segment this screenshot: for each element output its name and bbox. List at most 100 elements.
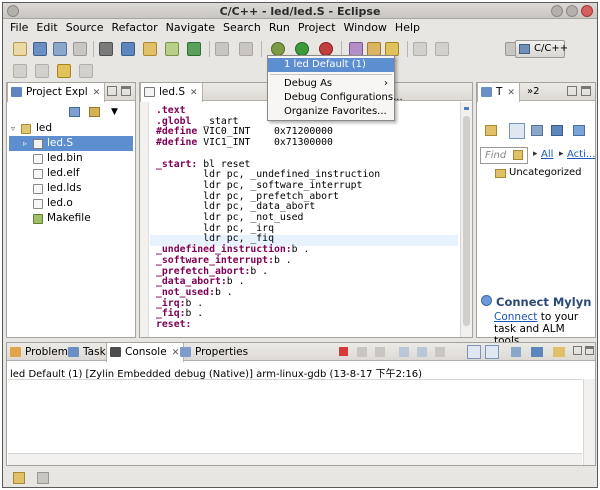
show-console-stdout-icon[interactable] — [467, 345, 481, 359]
open-folder-icon[interactable] — [143, 42, 157, 56]
code-text[interactable]: .text .globl _start #define VIC0_INT 0x712… — [156, 105, 380, 331]
menu-run[interactable]: Run — [265, 20, 294, 36]
tree-item-led-bin[interactable]: led.bin — [9, 151, 133, 166]
fast-view-icon[interactable] — [13, 472, 25, 484]
clear-find-icon[interactable] — [513, 150, 523, 160]
word-wrap-icon[interactable] — [435, 347, 445, 357]
close-tab-icon[interactable]: ✕ — [190, 88, 198, 98]
maximize-view-icon[interactable] — [585, 346, 594, 355]
view-menu-icon[interactable]: ▼ — [111, 107, 118, 117]
tree-item-led-elf[interactable]: led.elf — [9, 166, 133, 181]
project-folder-icon — [21, 124, 31, 134]
build-icon[interactable] — [99, 42, 113, 56]
connect-link[interactable]: Connect — [494, 311, 537, 323]
scroll-thumb[interactable] — [463, 116, 470, 326]
code-line: reset: — [156, 319, 192, 331]
collapse-all-icon[interactable] — [69, 107, 80, 117]
maximize-view-icon[interactable] — [121, 86, 131, 96]
console-vscroll[interactable] — [583, 379, 595, 465]
new-icon[interactable] — [13, 42, 27, 56]
external-tools-icon[interactable] — [319, 42, 333, 56]
tree-item-led-o[interactable]: led.o — [9, 196, 133, 211]
file-icon — [33, 199, 43, 209]
categorized-view-icon[interactable] — [509, 123, 525, 139]
menu-item-debug-as[interactable]: Debug As › — [268, 77, 394, 91]
save-all-icon[interactable] — [53, 42, 67, 56]
more-views-chevron[interactable]: »2 — [527, 86, 539, 97]
tab-task-list[interactable]: T ✕ — [477, 83, 520, 102]
menu-edit[interactable]: Edit — [32, 20, 61, 36]
link-editor-icon[interactable] — [89, 107, 100, 117]
display-console-icon[interactable] — [531, 347, 543, 357]
pin-console-icon[interactable] — [511, 347, 521, 357]
menu-item-led-default[interactable]: 1 led Default (1) — [268, 58, 394, 72]
tree-item-led[interactable]: ▿ led — [9, 121, 133, 136]
debug-icon[interactable] — [271, 42, 285, 56]
info-icon — [481, 295, 492, 306]
tree-item-led-s[interactable]: ▹ led.S — [9, 136, 133, 151]
new-project-icon[interactable] — [121, 42, 135, 56]
back-icon[interactable] — [57, 64, 71, 78]
menu-file[interactable]: File — [6, 20, 32, 36]
makefile-icon — [33, 214, 43, 224]
focus-icon[interactable] — [551, 125, 563, 136]
maximize-view-icon[interactable] — [581, 86, 591, 96]
refresh-icon[interactable] — [187, 42, 201, 56]
expand-arrow-icon[interactable]: ▹ — [23, 136, 27, 151]
close-tab-icon[interactable]: ✕ — [93, 88, 101, 98]
menu-window[interactable]: Window — [340, 20, 391, 36]
problems-icon — [10, 347, 21, 357]
close-icon[interactable] — [581, 5, 593, 17]
tree-item-makefile[interactable]: Makefile — [9, 211, 133, 226]
tree-item-led-lds[interactable]: led.lds — [9, 181, 133, 196]
file-icon — [33, 184, 43, 194]
tab-properties[interactable]: Properties — [177, 343, 252, 361]
console-icon — [110, 347, 121, 357]
scroll-lock-icon[interactable] — [417, 347, 427, 357]
console-panel: Problems Tasks Console ✕ Properties led … — [6, 342, 596, 466]
new-task-icon[interactable] — [485, 125, 497, 136]
tab-project-explorer[interactable]: Project Expl ✕ — [7, 83, 106, 102]
menu-help[interactable]: Help — [391, 20, 424, 36]
project-tree: ▿ led ▹ led.S led.bin led.elf led.lds le… — [9, 121, 133, 226]
open-console-icon[interactable] — [553, 347, 565, 357]
collapse-tasks-icon[interactable] — [573, 125, 585, 136]
title-bar: C/C++ - led/led.S - Eclipse — [3, 3, 597, 19]
open-type-icon[interactable] — [349, 42, 363, 56]
scheduled-view-icon[interactable] — [531, 125, 543, 136]
next-edit-icon — [35, 64, 49, 78]
console-output[interactable] — [8, 379, 582, 453]
save-icon[interactable] — [33, 42, 47, 56]
minimize-icon[interactable] — [551, 5, 563, 17]
triangle-icon: ▸ — [559, 149, 564, 159]
menu-item-debug-configurations[interactable]: Debug Configurations... — [268, 91, 403, 105]
menu-item-organize-favorites[interactable]: Organize Favorites... — [268, 105, 394, 119]
tab-led-s[interactable]: led.S ✕ — [140, 83, 203, 102]
clear-console-icon[interactable] — [399, 347, 409, 357]
print-icon[interactable] — [73, 42, 87, 56]
perspective-cpp-button[interactable]: C/C++ — [515, 40, 568, 58]
tab-console[interactable]: Console ✕ — [106, 343, 185, 362]
pin-icon[interactable] — [385, 42, 399, 56]
terminate-icon[interactable] — [339, 347, 348, 356]
editor-scrollbar[interactable] — [460, 102, 472, 337]
menu-search[interactable]: Search — [219, 20, 265, 36]
maximize-icon[interactable] — [566, 5, 578, 17]
category-uncategorized[interactable]: Uncategorized — [509, 167, 581, 178]
menu-refactor[interactable]: Refactor — [108, 20, 162, 36]
minimize-view-icon[interactable] — [573, 346, 582, 355]
show-console-stderr-icon[interactable] — [485, 345, 499, 359]
all-link[interactable]: All — [541, 149, 553, 160]
menu-navigate[interactable]: Navigate — [162, 20, 219, 36]
collapse-arrow-icon[interactable]: ▿ — [11, 121, 15, 136]
activate-link[interactable]: Acti... — [567, 149, 595, 160]
minimize-view-icon[interactable] — [107, 86, 117, 96]
minimize-view-icon[interactable] — [567, 86, 577, 96]
open-resource-icon[interactable] — [367, 42, 381, 56]
menu-source[interactable]: Source — [62, 20, 108, 36]
console-hscroll[interactable] — [8, 453, 582, 465]
run-icon[interactable] — [295, 42, 309, 56]
menu-project[interactable]: Project — [294, 20, 340, 36]
new-class-icon[interactable] — [165, 42, 179, 56]
close-tab-icon[interactable]: ✕ — [507, 88, 515, 98]
